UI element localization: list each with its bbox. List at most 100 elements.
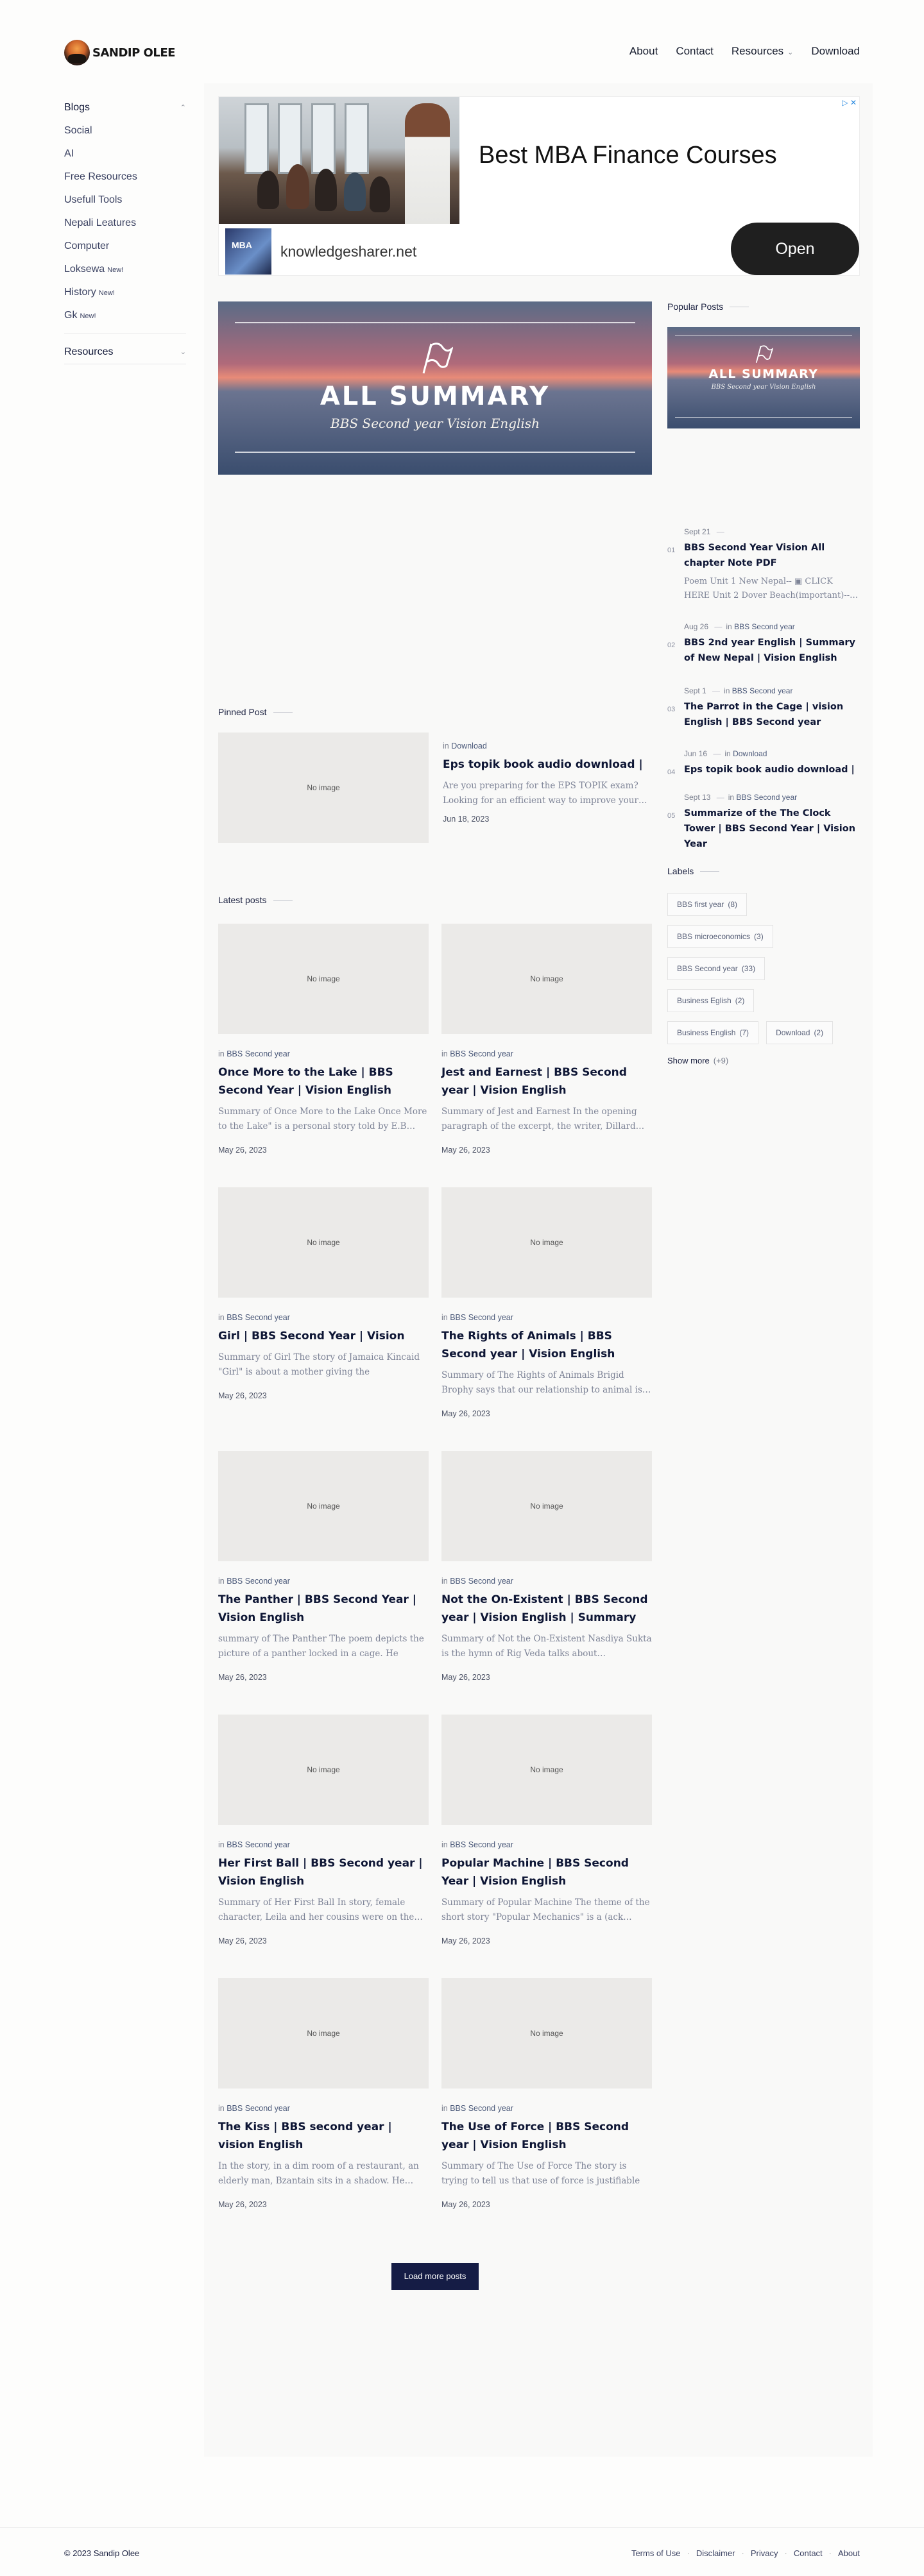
post-category[interactable]: BBS Second year [450, 2104, 513, 2113]
post-title[interactable]: Eps topik book audio download | [684, 762, 860, 777]
post-title[interactable]: Summarize of the The Clock Tower | BBS S… [684, 806, 860, 852]
popular-post-item[interactable]: 01 Sept 21 — BBS Second Year Vision All ch… [667, 527, 860, 603]
sidebar-item-history[interactable]: History New! [64, 281, 186, 304]
popular-post-item[interactable]: 04 Jun 16 — in Download Eps topik book audi… [667, 749, 860, 777]
post-category[interactable]: BBS Second year [227, 1313, 290, 1322]
footer-terms-link[interactable]: Terms of Use [631, 2548, 681, 2558]
post-title[interactable]: BBS Second Year Vision All chapter Note … [684, 540, 860, 571]
post-card[interactable]: No image in BBS Second year Her First Ball… [218, 1715, 429, 1945]
pinned-post[interactable]: No image in Download Eps topik book audi… [218, 733, 652, 843]
post-category[interactable]: BBS Second year [732, 686, 793, 695]
post-category[interactable]: BBS Second year [227, 1577, 290, 1586]
post-title[interactable]: Girl | BBS Second Year | Vision [218, 1327, 429, 1345]
post-title[interactable]: Popular Machine | BBS Second Year | Visi… [441, 1854, 652, 1890]
post-thumbnail[interactable]: No image [218, 924, 429, 1034]
nav-contact[interactable]: Contact [676, 45, 714, 58]
post-card[interactable]: No image in BBS Second year Jest and Earne… [441, 924, 652, 1155]
footer-privacy-link[interactable]: Privacy [751, 2548, 778, 2558]
post-title[interactable]: Her First Ball | BBS Second year | Visio… [218, 1854, 429, 1890]
post-thumbnail[interactable]: No image [218, 1187, 429, 1298]
sidebar-item-ai[interactable]: AI [64, 142, 186, 165]
sidebar-item-usefull-tools[interactable]: Usefull Tools [64, 189, 186, 212]
ad-choices-icon[interactable]: ▷ ✕ [842, 98, 857, 107]
popular-post-number: 05 [667, 812, 676, 820]
post-thumbnail[interactable]: No image [441, 1187, 652, 1298]
post-card[interactable]: No image in BBS Second year Popular Machin… [441, 1715, 652, 1945]
no-image-text: No image [307, 1238, 340, 1247]
sidebar-item-free-resources[interactable]: Free Resources [64, 165, 186, 189]
footer-about-link[interactable]: About [838, 2548, 860, 2558]
post-title[interactable]: Eps topik book audio download | [443, 756, 652, 774]
post-category[interactable]: BBS Second year [450, 1313, 513, 1322]
post-card[interactable]: No image in BBS Second year The Panther | … [218, 1451, 429, 1682]
site-logo[interactable]: SANDIP OLEE [64, 40, 175, 65]
post-category[interactable]: BBS Second year [227, 1049, 290, 1058]
label-tag[interactable]: BBS Second year (33) [667, 957, 766, 980]
post-category[interactable]: BBS Second year [450, 1049, 513, 1058]
sidebar-resources-toggle[interactable]: Resources ⌄ [64, 341, 186, 364]
ad-open-button[interactable]: Open [731, 223, 859, 275]
sidebar-item-computer[interactable]: Computer [64, 235, 186, 258]
sidebar-item-gk[interactable]: Gk New! [64, 304, 186, 327]
post-title[interactable]: The Rights of Animals | BBS Second year … [441, 1327, 652, 1363]
post-category[interactable]: BBS Second year [734, 622, 795, 631]
post-category[interactable]: BBS Second year [227, 1840, 290, 1849]
load-more-button[interactable]: Load more posts [391, 2263, 479, 2290]
footer-disclaimer-link[interactable]: Disclaimer [696, 2548, 735, 2558]
featured-banner[interactable]: ALL SUMMARY BBS Second year Vision Engli… [218, 301, 652, 475]
post-category[interactable]: BBS Second year [450, 1840, 513, 1849]
post-date: Aug 26 [684, 622, 709, 631]
post-card[interactable]: No image in BBS Second year Once More to t… [218, 924, 429, 1155]
popular-post-item[interactable]: 02 Aug 26 — in BBS Second year BBS 2nd year… [667, 622, 860, 666]
advertisement[interactable]: ▷ ✕ Best MBA Finance Courses MBA knowled… [218, 96, 860, 276]
label-tag[interactable]: Business Eglish (2) [667, 989, 755, 1012]
show-more-labels[interactable]: Show more (+9) [667, 1056, 860, 1065]
post-title[interactable]: Jest and Earnest | BBS Second year | Vis… [441, 1063, 652, 1099]
post-card[interactable]: No image in BBS Second year The Kiss | BBS… [218, 1978, 429, 2209]
post-thumbnail[interactable]: No image [218, 1451, 429, 1561]
nav-resources[interactable]: Resources ⌄ [732, 45, 793, 58]
labels-section-title: Labels [667, 866, 860, 876]
sidebar-item-nepali-leatures[interactable]: Nepali Leatures [64, 212, 186, 235]
post-thumbnail[interactable]: No image [218, 733, 429, 843]
post-category[interactable]: BBS Second year [736, 793, 797, 802]
post-card[interactable]: No image in BBS Second year The Rights of … [441, 1187, 652, 1418]
sidebar-blogs-toggle[interactable]: Blogs ⌃ [64, 96, 186, 119]
post-category[interactable]: BBS Second year [450, 1577, 513, 1586]
sidebar-item-social[interactable]: Social [64, 119, 186, 142]
post-thumbnail[interactable]: No image [441, 1978, 652, 2089]
post-thumbnail[interactable]: No image [218, 1715, 429, 1825]
ad-domain[interactable]: knowledgesharer.net [280, 243, 416, 260]
label-tag[interactable]: Business English (7) [667, 1021, 759, 1044]
popular-featured-image[interactable]: ALL SUMMARY BBS Second year Vision Engli… [667, 327, 860, 428]
ad-headline[interactable]: Best MBA Finance Courses [479, 142, 777, 169]
nav-download[interactable]: Download [811, 45, 860, 58]
post-title[interactable]: The Parrot in the Cage | vision English … [684, 699, 860, 730]
label-tag[interactable]: Download (2) [766, 1021, 834, 1044]
copyright: © 2023 Sandip Olee [64, 2548, 140, 2558]
post-thumbnail[interactable]: No image [441, 1715, 652, 1825]
post-card[interactable]: No image in BBS Second year Girl | BBS Sec… [218, 1187, 429, 1400]
label-tag[interactable]: BBS microeconomics (3) [667, 925, 773, 948]
post-card[interactable]: No image in BBS Second year Not the On-Exi… [441, 1451, 652, 1682]
post-category[interactable]: BBS Second year [227, 2104, 290, 2113]
post-card[interactable]: No image in BBS Second year The Use of For… [441, 1978, 652, 2209]
post-title[interactable]: Not the On-Existent | BBS Second year | … [441, 1591, 652, 1627]
popular-post-item[interactable]: 05 Sept 13 — in BBS Second year Summarize o… [667, 793, 860, 852]
post-category[interactable]: Download [451, 741, 487, 750]
post-thumbnail[interactable]: No image [218, 1978, 429, 2089]
label-tag[interactable]: BBS first year (8) [667, 893, 748, 916]
footer-contact-link[interactable]: Contact [794, 2548, 823, 2558]
post-category[interactable]: Download [733, 749, 767, 758]
sidebar-item-loksewa[interactable]: Loksewa New! [64, 258, 186, 281]
popular-post-item[interactable]: 03 Sept 1 — in BBS Second year The Parrot i… [667, 686, 860, 730]
post-thumbnail[interactable]: No image [441, 924, 652, 1034]
post-title[interactable]: Once More to the Lake | BBS Second Year … [218, 1063, 429, 1099]
post-thumbnail[interactable]: No image [441, 1451, 652, 1561]
post-date: May 26, 2023 [218, 1673, 267, 1682]
post-title[interactable]: The Panther | BBS Second Year | Vision E… [218, 1591, 429, 1627]
post-title[interactable]: BBS 2nd year English | Summary of New Ne… [684, 635, 860, 666]
post-title[interactable]: The Use of Force | BBS Second year | Vis… [441, 2118, 652, 2154]
post-title[interactable]: The Kiss | BBS second year | vision Engl… [218, 2118, 429, 2154]
nav-about[interactable]: About [629, 45, 658, 58]
